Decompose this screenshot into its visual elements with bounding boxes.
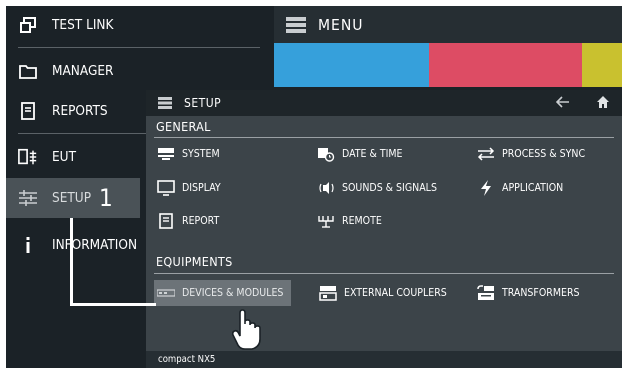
option-label: EXTERNAL COUPLERS: [344, 287, 447, 299]
option-system[interactable]: SYSTEM: [156, 143, 220, 165]
section-divider: [154, 273, 614, 274]
option-transformers[interactable]: TRANSFORMERS: [476, 282, 580, 304]
section-title-general: GENERAL: [156, 119, 211, 134]
option-label: REPORT: [182, 215, 220, 227]
option-application[interactable]: APPLICATION: [476, 177, 563, 199]
option-process-sync[interactable]: PROCESS & SYNC: [476, 143, 585, 165]
option-label: DEVICES & MODULES: [182, 287, 284, 299]
option-label: APPLICATION: [502, 182, 564, 194]
report-icon: [156, 213, 176, 229]
tile-blue[interactable]: [274, 43, 429, 87]
connector-line-vertical: [70, 218, 73, 306]
sidebar-item-manager[interactable]: MANAGER: [6, 54, 268, 88]
sidebar-item-label: SETUP: [52, 190, 92, 206]
option-label: SOUNDS & SIGNALS: [342, 182, 437, 194]
setup-panel-title: SETUP: [184, 96, 222, 110]
option-date-time[interactable]: DATE & TIME: [316, 143, 403, 165]
lightning-icon: [476, 180, 496, 196]
sliders-icon: [18, 188, 38, 208]
option-display[interactable]: DISPLAY: [156, 177, 221, 199]
option-label: SYSTEM: [182, 148, 220, 160]
setup-panel: SETUP GENERAL SYSTEM DATE & TIME PROCESS…: [146, 90, 622, 368]
menu-title: MENU: [318, 15, 364, 34]
color-tiles: [274, 43, 622, 87]
tile-yellow[interactable]: [582, 43, 622, 87]
sidebar-item-label: MANAGER: [52, 63, 114, 79]
connector-line-horizontal: [70, 303, 156, 306]
sidebar-item-label: INFORMATION: [52, 237, 138, 253]
option-remote[interactable]: REMOTE: [316, 210, 382, 232]
sidebar-item-setup[interactable]: SETUP 1: [6, 178, 140, 218]
hand-pointer-icon: [232, 309, 262, 351]
monitor-icon: [156, 180, 176, 196]
modules-icon: [156, 285, 176, 301]
option-external-couplers[interactable]: EXTERNAL COUPLERS: [318, 282, 447, 304]
menu-bar[interactable]: MENU: [274, 6, 622, 43]
sidebar-item-label: REPORTS: [52, 103, 108, 119]
window-link-icon: [18, 15, 38, 35]
setup-panel-body: GENERAL SYSTEM DATE & TIME PROCESS & SYN…: [146, 116, 622, 351]
remote-icon: [316, 213, 336, 229]
option-label: DATE & TIME: [342, 148, 403, 160]
section-divider: [154, 137, 614, 138]
option-devices-modules[interactable]: DEVICES & MODULES: [154, 280, 292, 306]
system-icon: [156, 146, 176, 162]
folder-icon: [18, 61, 38, 81]
sidebar-item-label: EUT: [52, 149, 76, 165]
option-label: DISPLAY: [182, 182, 221, 194]
setup-menu-icon: [158, 97, 172, 109]
arrow-left-icon[interactable]: [556, 96, 570, 108]
app-window: TEST LINK MANAGER REPORTS EUT SETUP 1 IN…: [6, 6, 622, 368]
coupler-icon: [318, 285, 338, 301]
option-label: REMOTE: [342, 215, 382, 227]
info-icon: [18, 235, 38, 255]
document-icon: [18, 101, 38, 121]
setup-panel-footer: compact NX5: [146, 351, 622, 368]
section-title-equipments: EQUIPMENTS: [156, 254, 233, 269]
option-sounds-signals[interactable]: SOUNDS & SIGNALS: [316, 177, 437, 199]
menu-icon: [286, 16, 306, 33]
setup-panel-header: SETUP: [146, 90, 622, 116]
step-number: 1: [99, 184, 113, 212]
option-label: PROCESS & SYNC: [502, 148, 586, 160]
tile-red[interactable]: [429, 43, 582, 87]
sidebar-divider: [18, 47, 260, 48]
option-label: TRANSFORMERS: [502, 287, 580, 299]
sidebar-item-label: TEST LINK: [52, 16, 114, 33]
sync-arrows-icon: [476, 146, 496, 162]
transformer-icon: [476, 285, 496, 301]
speaker-icon: [316, 180, 336, 196]
home-icon[interactable]: [596, 95, 610, 109]
device-model-label: compact NX5: [158, 354, 216, 365]
calendar-clock-icon: [316, 146, 336, 162]
option-report[interactable]: REPORT: [156, 210, 219, 232]
device-plug-icon: [18, 147, 38, 167]
sidebar-item-test-link[interactable]: TEST LINK: [6, 6, 268, 43]
